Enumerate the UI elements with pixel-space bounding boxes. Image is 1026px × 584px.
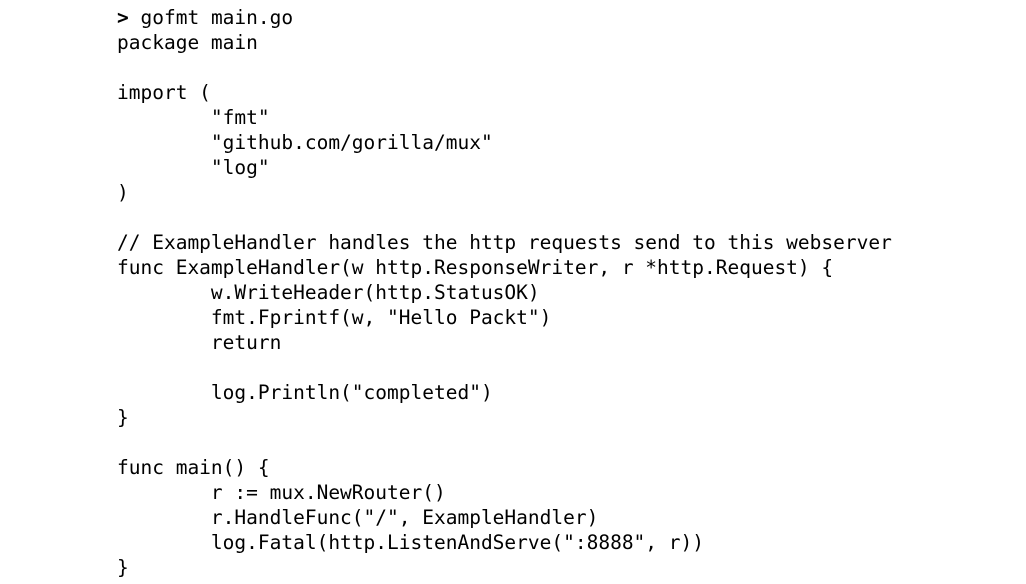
output-line: "log": [117, 156, 270, 179]
output-line: w.WriteHeader(http.StatusOK): [117, 281, 540, 304]
output-line: import (: [117, 81, 211, 104]
output-line: fmt.Fprintf(w, "Hello Packt"): [117, 306, 552, 329]
output-line: }: [117, 406, 129, 429]
output-line: "github.com/gorilla/mux": [117, 131, 493, 154]
output-line: "fmt": [117, 106, 270, 129]
command-text: gofmt main.go: [140, 6, 294, 29]
output-line: log.Fatal(http.ListenAndServe(":8888", r…: [117, 531, 704, 554]
prompt-symbol: >: [117, 6, 129, 29]
output-line: return: [117, 331, 282, 354]
command-line: > gofmt main.go: [117, 5, 1026, 30]
output-line: ): [117, 181, 129, 204]
output-line: r := mux.NewRouter(): [117, 481, 446, 504]
output-line: func ExampleHandler(w http.ResponseWrite…: [117, 256, 834, 279]
terminal-output: > gofmt main.go package main import ( "f…: [117, 5, 1026, 584]
output-line: log.Println("completed"): [117, 381, 493, 404]
output-line: func main() {: [117, 456, 270, 479]
output-line: }: [117, 556, 129, 579]
output-line: package main: [117, 31, 258, 54]
output-line: r.HandleFunc("/", ExampleHandler): [117, 506, 599, 529]
output-line: // ExampleHandler handles the http reque…: [117, 231, 892, 254]
